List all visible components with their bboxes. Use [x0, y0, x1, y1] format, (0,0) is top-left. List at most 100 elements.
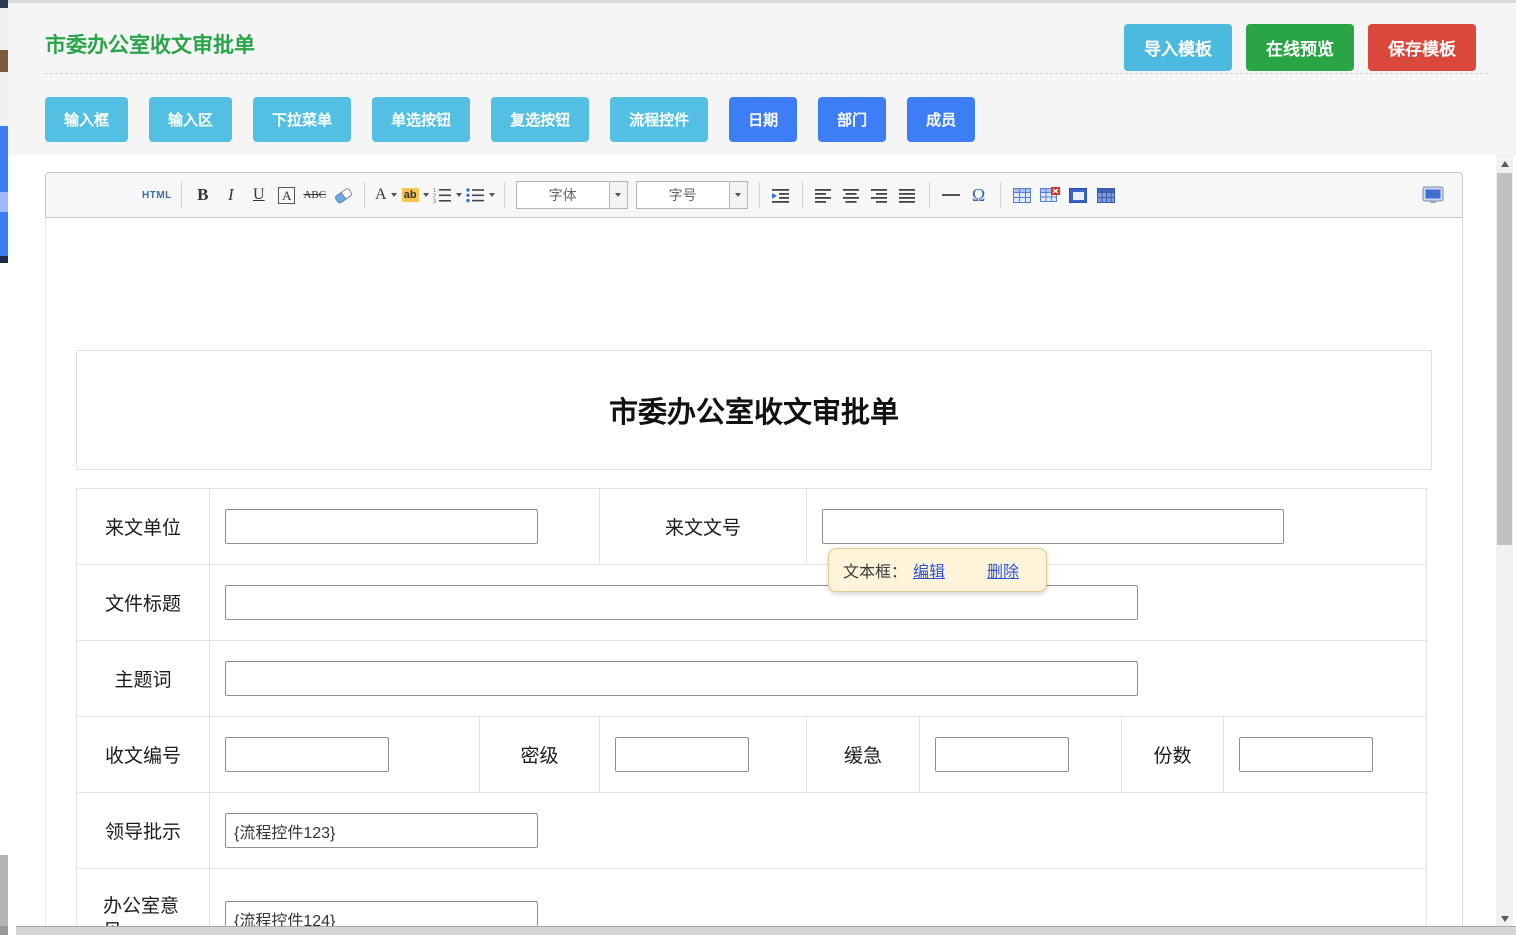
- label-urgency: 缓急: [807, 717, 920, 793]
- insert-department-button[interactable]: 部门: [818, 97, 886, 142]
- copies-input[interactable]: [1239, 737, 1373, 772]
- align-center-icon: [843, 188, 860, 203]
- insert-table-button[interactable]: [1010, 182, 1034, 208]
- window-bottom-corner: [0, 926, 8, 935]
- svg-text:3: 3: [433, 199, 436, 203]
- font-color-button[interactable]: A: [374, 182, 398, 208]
- boxed-a-icon: A: [278, 187, 295, 204]
- dropdown-caret-icon: [391, 193, 397, 197]
- unordered-list-button[interactable]: [466, 182, 495, 208]
- align-left-button[interactable]: [812, 182, 836, 208]
- toolbar-separator: [1000, 182, 1001, 208]
- strikethrough-button[interactable]: ABC: [303, 182, 327, 208]
- font-family-select[interactable]: 字体: [516, 181, 628, 209]
- keywords-input[interactable]: [225, 661, 1138, 696]
- receive-number-input[interactable]: [225, 737, 389, 772]
- delete-table-button[interactable]: [1038, 182, 1062, 208]
- italic-button[interactable]: I: [219, 182, 243, 208]
- field-widget-buttons: 输入框 输入区 下拉菜单 单选按钮 复选按钮 流程控件 日期 部门 成员: [45, 97, 975, 142]
- table-row: 来文单位 来文文号: [77, 489, 1427, 565]
- table-properties-button[interactable]: [1066, 182, 1090, 208]
- label-leader-note: 领导批示: [77, 793, 210, 869]
- indent-button[interactable]: [769, 182, 793, 208]
- insert-input-box-button[interactable]: 输入框: [45, 97, 128, 142]
- page-title: 市委办公室收文审批单: [45, 29, 255, 59]
- form-title-box: 市委办公室收文审批单: [76, 350, 1432, 470]
- horizontal-rule-icon: [942, 194, 960, 196]
- source-unit-input[interactable]: [225, 509, 538, 544]
- urgency-input[interactable]: [935, 737, 1069, 772]
- label-source-unit: 来文单位: [77, 489, 210, 565]
- underline-button[interactable]: U: [247, 182, 271, 208]
- font-family-arrow[interactable]: [609, 182, 627, 208]
- vertical-scrollbar[interactable]: [1496, 155, 1513, 927]
- eraser-icon: [332, 186, 354, 204]
- scroll-down-button[interactable]: [1496, 910, 1513, 927]
- dashed-divider: [45, 73, 1488, 74]
- scrollbar-thumb[interactable]: [1497, 173, 1512, 545]
- doc-number-input[interactable]: [822, 509, 1284, 544]
- table-row: 领导批示: [77, 793, 1427, 869]
- office-opinion-input[interactable]: [225, 901, 538, 926]
- insert-dropdown-button[interactable]: 下拉菜单: [253, 97, 351, 142]
- unordered-list-icon: [466, 187, 485, 203]
- align-right-button[interactable]: [868, 182, 892, 208]
- editor-document-area[interactable]: 市委办公室收文审批单 来文单位 来文文号 文件标题 主: [45, 218, 1463, 926]
- dropdown-caret-icon: [735, 193, 741, 197]
- table-properties-icon: [1069, 188, 1087, 203]
- dropdown-caret-icon: [489, 193, 495, 197]
- label-office-opinion: 办公室意见: [77, 869, 210, 927]
- font-size-select[interactable]: 字号: [636, 181, 748, 209]
- cell-properties-button[interactable]: [1094, 182, 1118, 208]
- dropdown-caret-icon: [615, 193, 621, 197]
- label-keywords: 主题词: [77, 641, 210, 717]
- tooltip-edit-link[interactable]: 编辑: [913, 558, 945, 582]
- insert-textarea-button[interactable]: 输入区: [149, 97, 232, 142]
- align-left-icon: [815, 188, 832, 203]
- tooltip-label: 文本框：: [843, 558, 907, 582]
- label-doc-number: 来文文号: [600, 489, 807, 565]
- toolbar-separator: [181, 182, 182, 208]
- horizontal-rule-button[interactable]: [939, 182, 963, 208]
- ordered-list-button[interactable]: 1 2 3: [433, 182, 462, 208]
- label-secret-level: 密级: [480, 717, 600, 793]
- highlight-color-button[interactable]: ab: [402, 182, 429, 208]
- tooltip-delete-link[interactable]: 删除: [987, 558, 1019, 582]
- cell-properties-icon: [1097, 188, 1115, 203]
- delete-table-icon: [1040, 187, 1060, 203]
- insert-member-button[interactable]: 成员: [907, 97, 975, 142]
- online-preview-button[interactable]: 在线预览: [1246, 24, 1354, 71]
- special-char-button[interactable]: Ω: [967, 182, 991, 208]
- align-center-button[interactable]: [840, 182, 864, 208]
- label-doc-title: 文件标题: [77, 565, 210, 641]
- html-source-button[interactable]: HTML: [142, 182, 172, 208]
- font-size-arrow[interactable]: [729, 182, 747, 208]
- ordered-list-icon: 1 2 3: [433, 187, 452, 203]
- align-justify-button[interactable]: [896, 182, 920, 208]
- insert-date-button[interactable]: 日期: [729, 97, 797, 142]
- template-designer-window: 市委办公室收文审批单 导入模板 在线预览 保存模板 输入框 输入区 下拉菜单 单…: [8, 0, 1516, 935]
- insert-flow-control-button[interactable]: 流程控件: [610, 97, 708, 142]
- table-row: 文件标题: [77, 565, 1427, 641]
- arrow-up-icon: [1501, 161, 1509, 167]
- insert-table-icon: [1013, 188, 1031, 203]
- toolbar-separator: [759, 182, 760, 208]
- header-actions: 导入模板 在线预览 保存模板: [1124, 24, 1476, 71]
- secret-level-input[interactable]: [615, 737, 749, 772]
- style-box-button[interactable]: A: [275, 182, 299, 208]
- font-family-value: 字体: [517, 182, 609, 208]
- insert-radio-button[interactable]: 单选按钮: [372, 97, 470, 142]
- toolbar-separator: [364, 182, 365, 208]
- background-window-edge: [0, 0, 8, 935]
- remove-format-button[interactable]: [331, 182, 355, 208]
- scroll-up-button[interactable]: [1496, 155, 1513, 172]
- leader-note-input[interactable]: [225, 813, 538, 848]
- save-template-button[interactable]: 保存模板: [1368, 24, 1476, 71]
- label-copies: 份数: [1122, 717, 1224, 793]
- insert-checkbox-button[interactable]: 复选按钮: [491, 97, 589, 142]
- fullscreen-button[interactable]: [1422, 173, 1444, 217]
- font-color-a-icon: A: [375, 186, 387, 204]
- bold-button[interactable]: B: [191, 182, 215, 208]
- import-template-button[interactable]: 导入模板: [1124, 24, 1232, 71]
- arrow-down-icon: [1501, 916, 1509, 922]
